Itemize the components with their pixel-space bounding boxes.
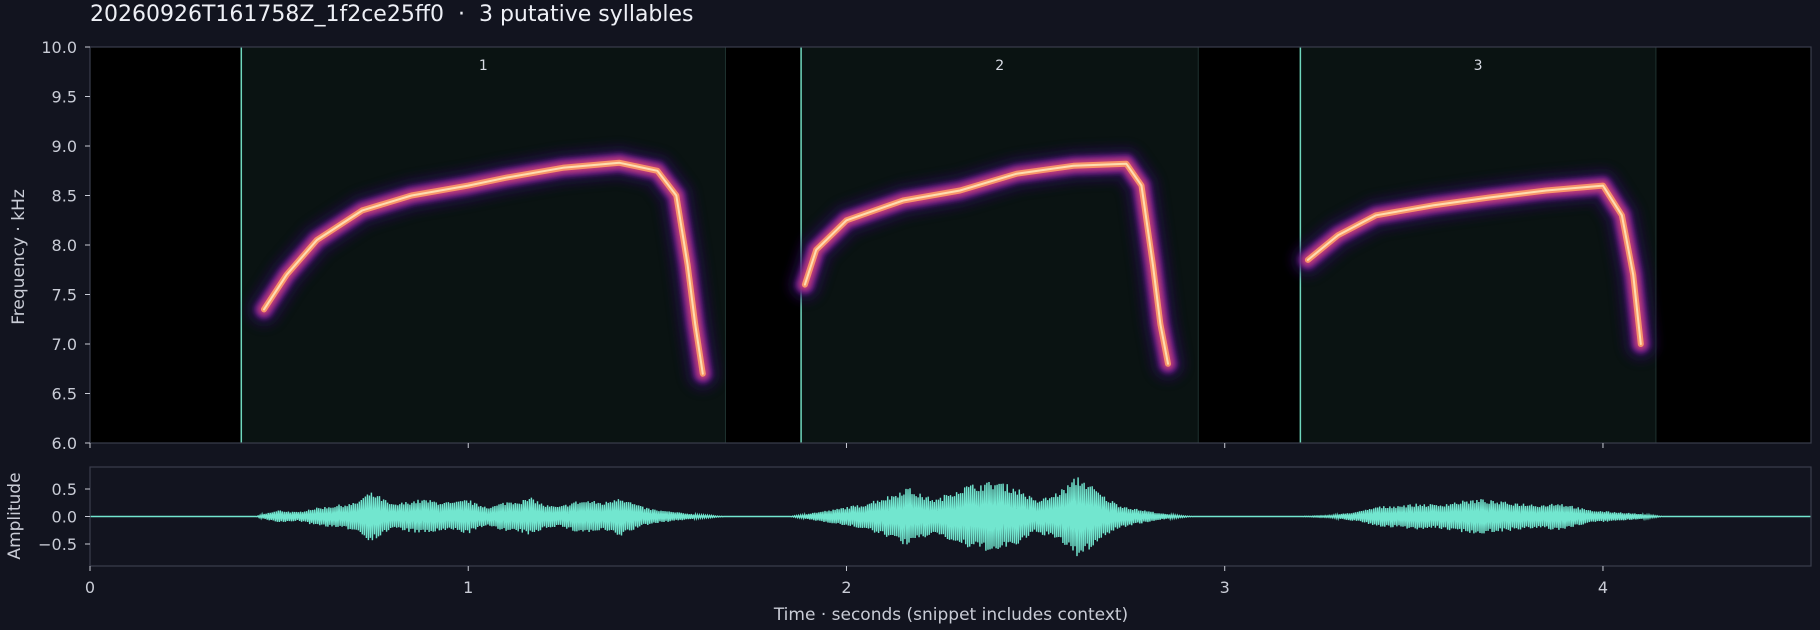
- spectrogram-y-tick-label: 10.0: [41, 38, 77, 57]
- waveform-x-tick-label: 2: [841, 578, 851, 597]
- waveform-y-tick-label: 0.0: [52, 508, 77, 527]
- waveform-x-axis-label: Time · seconds (snippet includes context…: [773, 605, 1128, 625]
- spectrogram-y-tick-label: 9.0: [52, 137, 77, 156]
- syllable-label-2: 2: [995, 58, 1004, 74]
- syllable-label-1: 1: [479, 58, 488, 74]
- figure: 1 2 3 6.0 6.5 7.0 7.5 8.0 8.5 9.0 9.5 10.0 0.5 0.0 −0…: [5, 38, 1812, 625]
- spectrogram-y-tick-label: 7.5: [52, 286, 77, 305]
- spectrogram-y-tick-label: 8.5: [52, 187, 77, 206]
- spectrogram-y-axis-label: Frequency · kHz: [9, 189, 29, 325]
- waveform-y-tick-label: 0.5: [52, 480, 77, 499]
- waveform-y-tick-label: −0.5: [38, 535, 77, 554]
- spectrogram-y-tick-label: 6.5: [52, 385, 77, 404]
- spectrogram-panel: 1 2 3 6.0 6.5 7.0 7.5 8.0 8.5 9.0 9.5 10.0: [41, 38, 1812, 453]
- waveform-x-tick-label: 4: [1598, 578, 1608, 597]
- spectrogram-y-tick-label: 7.0: [52, 335, 77, 354]
- syllable-label-3: 3: [1474, 58, 1483, 74]
- waveform-x-tick-label: 1: [463, 578, 473, 597]
- waveform-y-axis-label: Amplitude: [5, 472, 25, 559]
- waveform-x-tick-label: 3: [1220, 578, 1230, 597]
- spectrogram-y-tick-label: 8.0: [52, 236, 77, 255]
- spectrogram-y-tick-label: 6.0: [52, 434, 77, 453]
- spectrogram-y-tick-label: 9.5: [52, 88, 77, 107]
- waveform-panel: 0.5 0.0 −0.5 0 1 2 3 4: [38, 466, 1812, 597]
- waveform-x-tick-label: 0: [85, 578, 95, 597]
